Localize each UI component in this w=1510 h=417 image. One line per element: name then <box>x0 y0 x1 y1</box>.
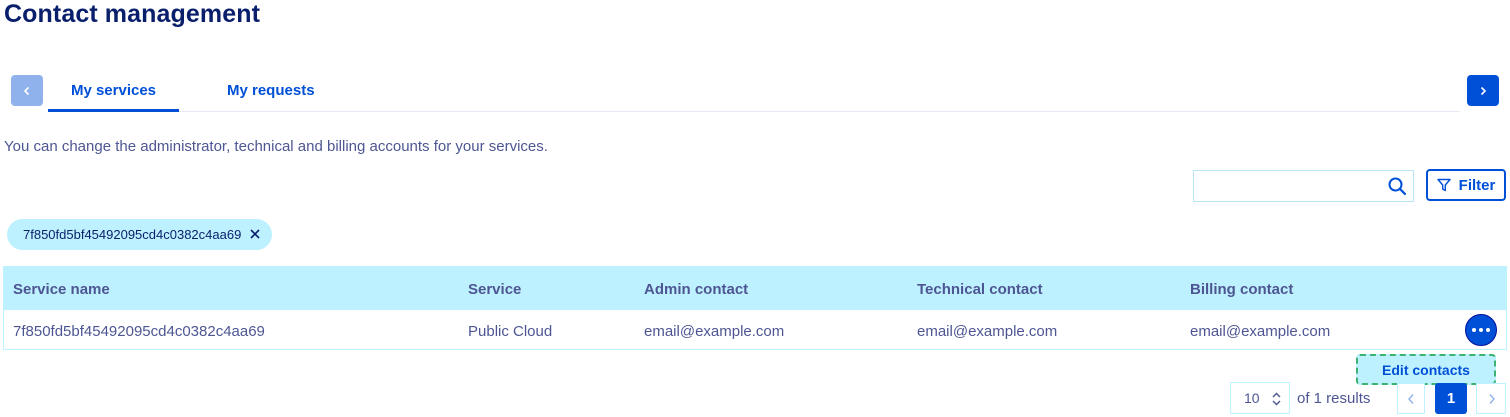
search-box <box>1193 170 1414 202</box>
tab-label: My requests <box>227 82 315 99</box>
filter-icon <box>1436 178 1451 192</box>
current-page[interactable]: 1 <box>1435 383 1467 414</box>
cell-service-name: 7f850fd5bf45492095cd4c0382c4aa69 <box>13 323 265 340</box>
chip-label: 7f850fd5bf45492095cd4c0382c4aa69 <box>23 227 242 242</box>
tab-my-requests[interactable]: My requests <box>227 82 315 99</box>
intro-text: You can change the administrator, techni… <box>4 138 548 155</box>
filter-label: Filter <box>1458 176 1496 194</box>
previous-page-button[interactable] <box>1397 383 1425 414</box>
tabs-divider <box>48 111 1460 112</box>
page-title: Contact management <box>4 0 261 28</box>
active-filter-chip: 7f850fd5bf45492095cd4c0382c4aa69 <box>7 219 272 250</box>
chevron-right-icon <box>1480 86 1487 95</box>
chevron-left-icon <box>23 86 30 95</box>
tabs-next-button[interactable] <box>1467 75 1499 106</box>
column-header[interactable]: Technical contact <box>917 281 1043 298</box>
tab-my-services[interactable]: My services <box>48 82 179 112</box>
sort-icon <box>1272 392 1281 406</box>
chevron-left-icon <box>1407 393 1414 404</box>
search-icon[interactable] <box>1387 176 1407 196</box>
more-icon <box>1479 328 1483 332</box>
page-size-select[interactable]: 10 <box>1230 382 1290 414</box>
more-icon <box>1472 328 1476 332</box>
tab-label: My services <box>70 82 157 99</box>
cell-billing-contact: email@example.com <box>1190 323 1331 340</box>
row-actions-button[interactable] <box>1465 314 1497 346</box>
active-tab-indicator <box>48 109 179 112</box>
tabs-prev-button[interactable] <box>11 75 43 106</box>
cell-admin-contact: email@example.com <box>644 323 785 340</box>
column-header[interactable]: Service name <box>13 281 110 298</box>
cell-technical-contact: email@example.com <box>917 323 1058 340</box>
search-input[interactable] <box>1194 171 1382 201</box>
close-icon[interactable] <box>248 227 262 241</box>
edit-contacts-menu-item[interactable]: Edit contacts <box>1356 354 1496 385</box>
column-header[interactable]: Billing contact <box>1190 281 1293 298</box>
column-header[interactable]: Service <box>468 281 521 298</box>
cell-service: Public Cloud <box>468 323 553 340</box>
table-header: Service name Service Admin contact Techn… <box>4 267 1506 310</box>
next-page-button[interactable] <box>1476 383 1506 414</box>
services-table: Service name Service Admin contact Techn… <box>3 266 1507 350</box>
column-header[interactable]: Admin contact <box>644 281 748 298</box>
chevron-right-icon <box>1488 393 1495 404</box>
results-summary: of 1 results <box>1297 390 1371 407</box>
filter-button[interactable]: Filter <box>1426 169 1506 201</box>
page-size-value: 10 <box>1244 390 1260 406</box>
more-icon <box>1486 328 1490 332</box>
